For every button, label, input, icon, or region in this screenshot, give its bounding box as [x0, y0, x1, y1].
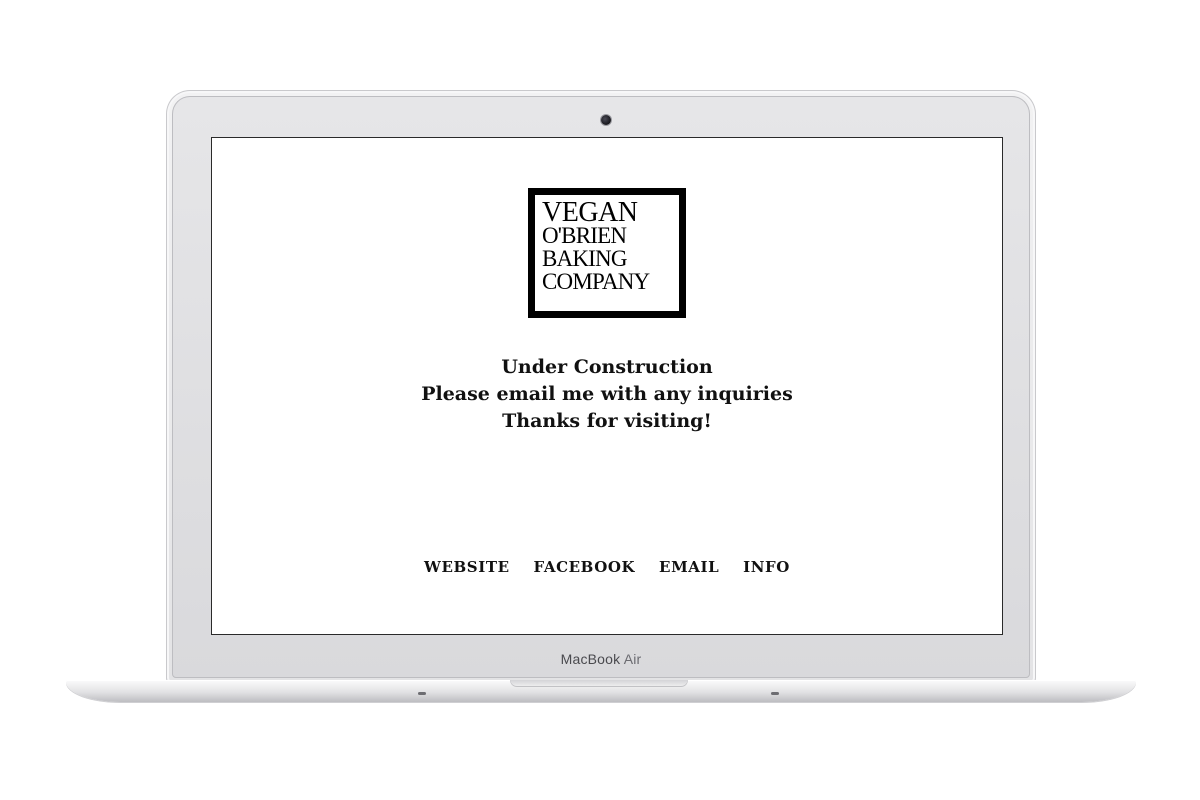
logo-line-4: COMPANY — [542, 269, 650, 294]
laptop-mockup: VEGAN O'BRIEN BAKING COMPANY Under Const… — [0, 0, 1200, 800]
nav-link-facebook[interactable]: FACEBOOK — [533, 558, 635, 576]
logo-line-1: VEGAN — [542, 197, 638, 228]
message-line-2: Please email me with any inquiries — [421, 383, 793, 405]
screen-bezel: VEGAN O'BRIEN BAKING COMPANY Under Const… — [172, 96, 1030, 678]
device-brand: MacBook — [560, 651, 621, 667]
message-line-1: Under Construction — [501, 356, 713, 378]
device-model: Air — [623, 651, 642, 667]
laptop-lid: VEGAN O'BRIEN BAKING COMPANY Under Const… — [166, 90, 1036, 684]
company-logo[interactable]: VEGAN O'BRIEN BAKING COMPANY — [528, 188, 686, 318]
logo-line-3: BAKING — [542, 246, 627, 271]
laptop-screen: VEGAN O'BRIEN BAKING COMPANY Under Const… — [212, 138, 1002, 634]
nav-link-email[interactable]: EMAIL — [659, 558, 719, 576]
lid-notch — [510, 680, 688, 687]
laptop-base — [66, 680, 1136, 702]
logo-line-2: O'BRIEN — [542, 223, 627, 248]
nav-link-website[interactable]: WEBSITE — [424, 558, 510, 576]
nav-link-info[interactable]: INFO — [743, 558, 790, 576]
construction-message: Under Construction Please email me with … — [212, 354, 1002, 435]
footer-nav: WEBSITE FACEBOOK EMAIL INFO — [212, 558, 1002, 576]
base-foot-left — [418, 692, 426, 695]
base-foot-right — [771, 692, 779, 695]
device-model-label: MacBook Air — [172, 651, 1030, 667]
camera-icon — [601, 115, 611, 125]
message-line-3: Thanks for visiting! — [502, 410, 712, 432]
logo-inner: VEGAN O'BRIEN BAKING COMPANY — [535, 195, 679, 311]
